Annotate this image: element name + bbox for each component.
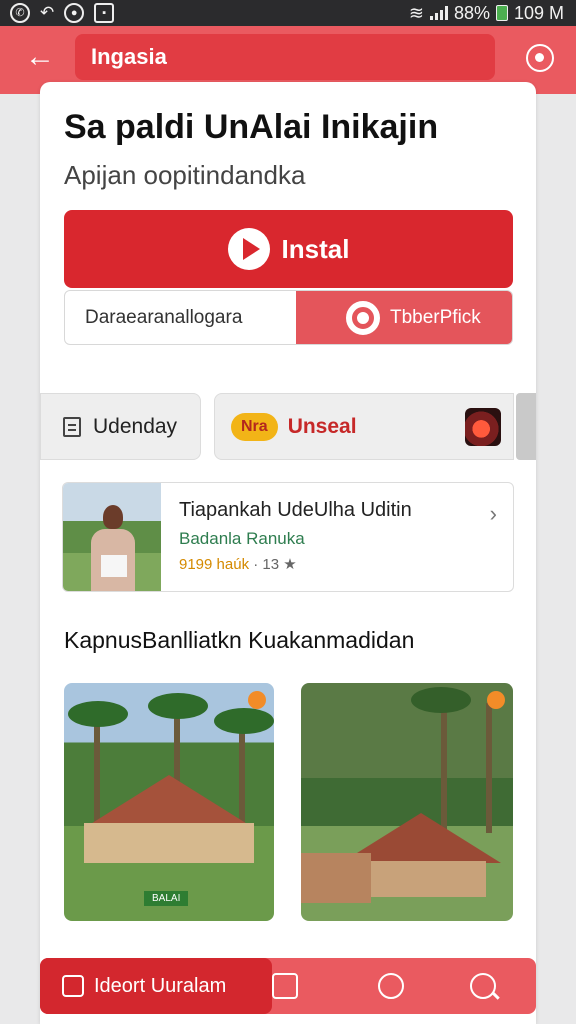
action-split-row: Daraearanallogara TbberPfick [64,290,513,345]
section-title: KapnusBanlliatkn Kuakanmadidan [64,627,415,653]
back-arrow-icon[interactable]: ← [22,40,58,76]
gallery-photo[interactable] [301,683,513,921]
wifi-icon: ≋ [408,2,424,23]
page-subtitle: Apijan oopitindandka [64,160,306,190]
secondary-button[interactable]: TbberPfick [296,291,512,344]
gallery-photo[interactable]: BALAI [64,683,274,921]
secondary-button-label: TbberPfick [390,306,481,328]
chip-left-label: Udenday [93,414,178,438]
battery-percent: 88% [453,2,490,23]
app-title[interactable]: Ingasia [75,34,495,80]
place-list-item[interactable]: Tiapankah UdeUlha Uditin Badanla Ranuka … [62,482,514,592]
place-count: · 13 [253,556,280,573]
edit-icon [62,975,84,997]
photo-caption: BALAI [144,891,189,906]
signal-icon [429,6,448,20]
chip-left[interactable]: Udenday [40,393,201,460]
bookmark-icon[interactable] [272,973,298,999]
photo-badge-icon [248,691,266,709]
person-image [91,505,135,591]
install-label: Instal [281,233,350,264]
place-subtitle: Badanla Ranuka [179,529,305,548]
whatsapp-icon: ✆ [10,3,30,23]
nav-active-label: Ideort Uuralam [94,974,227,997]
scroll-handle[interactable] [516,393,536,460]
chevron-right-icon: › [489,501,497,526]
search-icon[interactable] [470,973,496,999]
photo-icon: ▪ [94,3,115,23]
game-thumbnail [465,408,501,446]
clock: 109 M [513,2,564,23]
secondary-input[interactable]: Daraearanallogara [65,291,296,344]
install-button[interactable]: Instal [64,210,513,288]
location-icon[interactable] [526,44,554,72]
compass-icon[interactable] [378,973,404,999]
bottom-nav: Ideort Uuralam [40,958,536,1014]
place-meta: 9199 haúk · 13 ★ [179,555,297,573]
place-rating: 9199 haúk [179,556,250,573]
nav-item-active[interactable]: Ideort Uuralam [40,958,272,1014]
target-icon [346,300,380,335]
place-thumbnail [63,483,161,591]
page-title: Sa paldi UnAlai Inikajin [64,108,439,146]
record-icon: ● [64,3,85,23]
place-title: Tiapankah UdeUlha Uditin [179,499,412,521]
chip-right-label: Unseal [287,414,357,438]
status-bar: ✆ ↶ ● ▪ ≋ 88% 109 M [0,0,576,26]
back-arrow-icon: ↶ [40,3,55,22]
photo-badge-icon [487,691,505,709]
chip-pill: Nra [231,412,278,441]
play-icon [227,228,270,270]
chip-right[interactable]: Nra Unseal [214,393,514,460]
notes-icon [63,416,81,437]
battery-icon [495,5,508,21]
star-icon: ★ [283,556,297,573]
